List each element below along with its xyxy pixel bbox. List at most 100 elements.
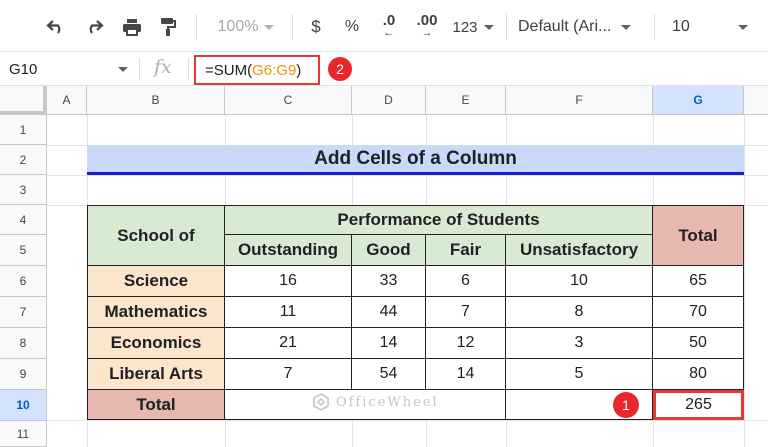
- undo-icon[interactable]: [42, 12, 70, 42]
- sheet-title[interactable]: Add Cells of a Column: [87, 145, 744, 175]
- table-cell[interactable]: 3: [506, 328, 653, 359]
- row-header-10[interactable]: 10: [0, 390, 47, 421]
- grand-total-cell[interactable]: 265: [653, 390, 744, 420]
- fx-icon: fx: [154, 56, 172, 78]
- row-header-9[interactable]: 9: [0, 359, 47, 390]
- decrease-decimal-label: .0: [382, 12, 396, 29]
- watermark-text: OfficeWheel: [336, 394, 439, 410]
- row-header-11[interactable]: 11: [0, 421, 47, 447]
- column-header-b[interactable]: B: [87, 86, 225, 115]
- total-cell[interactable]: 65: [653, 266, 744, 297]
- table-cell[interactable]: 44: [352, 297, 426, 328]
- row-header-1[interactable]: 1: [0, 115, 47, 145]
- officewheel-logo-icon: [313, 393, 329, 411]
- header-outstanding[interactable]: Outstanding: [225, 235, 352, 266]
- chevron-down-icon: [621, 24, 632, 30]
- column-header-c[interactable]: C: [225, 86, 352, 115]
- row-label-total[interactable]: Total: [88, 390, 225, 420]
- paint-format-icon[interactable]: [154, 12, 182, 42]
- header-total[interactable]: Total: [653, 206, 744, 266]
- row-header-7[interactable]: 7: [0, 297, 47, 328]
- formula-bar: G10 fx =SUM(G6:G9) 2: [0, 52, 768, 86]
- gridline: [744, 115, 745, 447]
- header-unsatisfactory[interactable]: Unsatisfactory: [506, 235, 653, 266]
- print-icon[interactable]: [118, 12, 146, 42]
- column-header-a[interactable]: A: [47, 86, 87, 115]
- row-header-2[interactable]: 2: [0, 145, 47, 175]
- row-label-liberal-arts[interactable]: Liberal Arts: [88, 359, 225, 390]
- header-fair[interactable]: Fair: [426, 235, 506, 266]
- column-header-h[interactable]: [744, 86, 768, 115]
- header-school-of[interactable]: School of: [88, 206, 225, 266]
- row-header-6[interactable]: 6: [0, 266, 47, 297]
- chevron-down-icon: [483, 24, 494, 30]
- formula-suffix: ): [296, 61, 302, 79]
- table-cell[interactable]: 54: [352, 359, 426, 390]
- toolbar-divider: [196, 14, 197, 40]
- column-header-g[interactable]: G: [653, 86, 744, 115]
- increase-decimal-label: .00: [416, 12, 438, 29]
- decrease-decimal-button[interactable]: .0 ←: [374, 12, 404, 42]
- gridline: [47, 420, 768, 421]
- row-header-3[interactable]: 3: [0, 175, 47, 205]
- zoom-value: 100%: [217, 18, 259, 35]
- table-cell[interactable]: 21: [225, 328, 352, 359]
- row-label-economics[interactable]: Economics: [88, 328, 225, 359]
- chevron-down-icon: [118, 67, 128, 72]
- row-header-5[interactable]: 5: [0, 235, 47, 266]
- column-header-e[interactable]: E: [426, 86, 506, 115]
- row-label-science[interactable]: Science: [88, 266, 225, 297]
- currency-button[interactable]: $: [304, 12, 328, 42]
- formula-divider: [139, 58, 140, 80]
- formula-prefix: =SUM(: [205, 61, 253, 79]
- font-family-select[interactable]: Default (Ari...: [518, 12, 646, 42]
- table-cell[interactable]: 16: [225, 266, 352, 297]
- redo-icon[interactable]: [80, 12, 108, 42]
- total-cell[interactable]: 50: [653, 328, 744, 359]
- table-cell[interactable]: 33: [352, 266, 426, 297]
- header-performance[interactable]: Performance of Students: [225, 206, 653, 235]
- font-size-select[interactable]: 10: [672, 12, 762, 42]
- increase-decimal-button[interactable]: .00 →: [410, 12, 444, 42]
- table-cell[interactable]: 10: [506, 266, 653, 297]
- toolbar-divider: [506, 14, 507, 40]
- table-cell[interactable]: 14: [352, 328, 426, 359]
- select-all-corner[interactable]: [0, 86, 47, 115]
- font-size-label: 10: [672, 18, 690, 35]
- toolbar: 100% $ % .0 ← .00 → 123 Default (Ari... …: [0, 0, 768, 52]
- header-good[interactable]: Good: [352, 235, 426, 266]
- formula-input[interactable]: =SUM(G6:G9): [194, 55, 320, 85]
- total-cell[interactable]: 70: [653, 297, 744, 328]
- font-family-label: Default (Ari...: [518, 18, 612, 35]
- chevron-down-icon: [737, 24, 748, 30]
- step-badge-2: 2: [328, 57, 352, 81]
- table-cell[interactable]: 7: [225, 359, 352, 390]
- currency-label: $: [311, 17, 321, 36]
- column-header-d[interactable]: D: [352, 86, 426, 115]
- toolbar-divider: [292, 14, 293, 40]
- arrow-right-icon: →: [421, 27, 433, 39]
- arrow-left-icon: ←: [383, 27, 395, 39]
- table-cell[interactable]: 7: [426, 297, 506, 328]
- watermark: OfficeWheel: [312, 393, 439, 411]
- percent-button[interactable]: %: [340, 12, 364, 42]
- table-cell[interactable]: 11: [225, 297, 352, 328]
- gridline: [47, 175, 768, 176]
- formula-range-ref: G6:G9: [252, 61, 297, 79]
- zoom-select[interactable]: 100%: [206, 12, 286, 42]
- number-format-select[interactable]: 123: [448, 12, 498, 42]
- table-cell[interactable]: 6: [426, 266, 506, 297]
- row-header-4[interactable]: 4: [0, 205, 47, 235]
- name-box[interactable]: G10: [0, 52, 138, 86]
- table-cell[interactable]: 12: [426, 328, 506, 359]
- table-cell[interactable]: 8: [506, 297, 653, 328]
- chevron-down-icon: [264, 24, 275, 30]
- total-cell[interactable]: 80: [653, 359, 744, 390]
- row-label-mathematics[interactable]: Mathematics: [88, 297, 225, 328]
- table-cell[interactable]: 14: [426, 359, 506, 390]
- row-header-8[interactable]: 8: [0, 328, 47, 359]
- column-header-f[interactable]: F: [506, 86, 653, 115]
- toolbar-divider: [654, 14, 655, 40]
- name-box-value: G10: [9, 60, 38, 78]
- table-cell[interactable]: 5: [506, 359, 653, 390]
